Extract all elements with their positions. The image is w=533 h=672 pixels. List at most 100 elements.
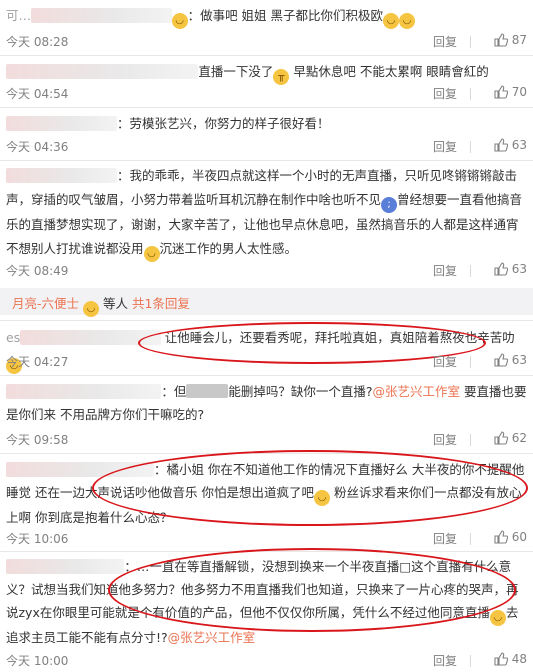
- like-count: 62: [511, 431, 527, 445]
- reply-button[interactable]: 回复: [433, 85, 457, 102]
- comment-meta: 今天 08:49 回复 63: [6, 262, 527, 280]
- mention-link[interactable]: @张艺兴工作室: [373, 384, 461, 399]
- comment-text: 让他睡会儿，还要看秀呢，拜托啦真姐，真姐陪着熬夜也辛苦叻: [164, 330, 515, 345]
- like-count: 87: [511, 33, 527, 47]
- reply-button[interactable]: 回复: [433, 353, 457, 370]
- comment-username-blurred: xxxxxxxxxxxxxxxxxxx: [20, 330, 161, 345]
- comment-divider: [0, 375, 533, 376]
- reply-button[interactable]: 回复: [433, 33, 457, 50]
- reply-button[interactable]: 回复: [433, 138, 457, 155]
- meta-divider: [470, 36, 471, 48]
- comment-time: 今天 04:36: [6, 140, 69, 154]
- meta-divider: [470, 434, 471, 446]
- like-count: 63: [511, 353, 527, 367]
- comment-time: 今天 04:54: [6, 87, 69, 101]
- emoji-icon: ◡: [171, 13, 188, 29]
- comment-text: ：做事吧 姐姐 黑子都比你们积极欧: [187, 8, 384, 23]
- reply-button[interactable]: 回复: [433, 652, 457, 669]
- comment-username[interactable]: es: [6, 330, 20, 345]
- comment-text: ：但: [161, 384, 187, 399]
- like-button[interactable]: 62: [494, 431, 527, 445]
- redacted-block: [186, 384, 229, 398]
- thumbs-up-icon: [494, 262, 508, 276]
- emoji-icon: ◡: [313, 490, 330, 506]
- meta-divider: [470, 655, 471, 667]
- comment-text: ：劳模张艺兴，你努力的样子很好看！: [116, 116, 330, 131]
- comment-time: 今天 04:27: [6, 355, 69, 369]
- comment-divider: [0, 107, 533, 108]
- reply-button[interactable]: 回复: [433, 262, 457, 279]
- sub-replies-bar[interactable]: 月亮-六便士 ◡ 等人 共1条回复: [0, 288, 533, 317]
- comment-divider: [0, 453, 533, 454]
- comment-item: xxxxxxxxxxxxxxxxxxxx：橘小姐 你在不知道他工作的情况下直播好…: [0, 458, 533, 529]
- like-count: 63: [511, 138, 527, 152]
- thumbs-up-icon: [494, 85, 508, 99]
- like-count: 63: [511, 262, 527, 276]
- cry-emoji-icon: ;: [381, 197, 398, 213]
- comment-username-blurred: xxxxxxxxxxxxxxxxxxxxx: [6, 384, 162, 399]
- reply-rest: 等人: [102, 296, 128, 311]
- reply-button[interactable]: 回复: [433, 431, 457, 448]
- comment-meta: 今天 08:28 回复 87: [6, 33, 527, 51]
- meta-divider: [470, 141, 471, 153]
- meta-divider: [470, 533, 471, 545]
- comment-text-mid: 能删掉吗？缺你一个直播?: [228, 384, 373, 399]
- emoji-icon: ◡: [489, 610, 506, 626]
- like-count: 60: [511, 530, 527, 544]
- emoji-icon: ◡: [383, 13, 400, 29]
- meta-divider: [470, 356, 471, 368]
- like-button[interactable]: 63: [494, 353, 527, 367]
- comment-time: 今天 09:58: [6, 433, 69, 447]
- comment-username-blurred: xxxxxxxxxxxxxxx: [6, 168, 117, 183]
- like-button[interactable]: 48: [494, 652, 527, 666]
- comment-username-blurred: xxxxxxxxxxxxxxxxxxxx: [6, 462, 154, 477]
- thumbs-up-icon: [494, 431, 508, 445]
- comment-meta: 今天 04:27 回复 63: [6, 353, 527, 371]
- comment-text: 直播一下没了: [198, 64, 274, 79]
- comment-time: 今天 10:06: [6, 532, 69, 546]
- meta-divider: [470, 88, 471, 100]
- comment-username-blurred: xxxxxxxxxxxxxxx: [6, 116, 117, 131]
- comment-username[interactable]: 可…: [6, 8, 31, 23]
- like-count: 48: [511, 652, 527, 666]
- like-button[interactable]: 87: [494, 33, 527, 47]
- sad-emoji-icon: ╥: [273, 69, 290, 85]
- comment-time: 今天 10:00: [6, 654, 69, 668]
- thumbs-up-icon: [494, 530, 508, 544]
- comment-item: xxxxxxxxxxxxxxxxxxxxxxxxxx直播一下没了╥ 早點休息吧 …: [0, 60, 533, 85]
- mention-link[interactable]: @张艺兴工作室: [168, 630, 256, 645]
- meta-divider: [470, 265, 471, 277]
- comment-divider: [0, 55, 533, 56]
- comment-item: xxxxxxxxxxxxxxx：劳模张艺兴，你努力的样子很好看！: [0, 112, 533, 135]
- comment-divider: [0, 320, 533, 321]
- thumbs-up-icon: [494, 353, 508, 367]
- emoji-icon: ◡: [83, 301, 99, 317]
- comment-time: 今天 08:28: [6, 35, 69, 49]
- comment-meta: 今天 04:54 回复 70: [6, 85, 527, 103]
- emoji-icon: ◡: [143, 246, 160, 262]
- comment-item: 可…xxxxxxxxxxxxxxxxxxx◡：做事吧 姐姐 黑子都比你们积极欧◡…: [0, 4, 533, 29]
- like-button[interactable]: 70: [494, 85, 527, 99]
- like-button[interactable]: 60: [494, 530, 527, 544]
- reply-button[interactable]: 回复: [433, 530, 457, 547]
- comment-time: 今天 08:49: [6, 264, 69, 278]
- comment-divider: [0, 160, 533, 161]
- comment-divider: [0, 551, 533, 552]
- comment-meta: 今天 10:00 回复 48: [6, 652, 527, 670]
- comment-meta: 今天 04:36 回复 63: [6, 138, 527, 156]
- comment-meta: 今天 09:58 回复 62: [6, 431, 527, 449]
- comment-username-blurred: xxxxxxxxxxxxxxxxxxxxxxxxxx: [6, 64, 199, 79]
- emoji-icon: ◡: [399, 13, 416, 29]
- thumbs-up-icon: [494, 33, 508, 47]
- thumbs-up-icon: [494, 652, 508, 666]
- comment-text-3: 沉迷工作的男人太性感。: [159, 241, 298, 256]
- comment-item: xxxxxxxxxxxxxxxxxxxxx：但 能删掉吗？缺你一个直播?@张艺兴工…: [0, 380, 533, 426]
- like-button[interactable]: 63: [494, 262, 527, 276]
- like-count: 70: [511, 85, 527, 99]
- like-button[interactable]: 63: [494, 138, 527, 152]
- reply-count-link[interactable]: 共1条回复: [132, 296, 190, 311]
- comment-username-blurred: xxxxxxxxxxxxxxxxxxx: [31, 8, 172, 23]
- reply-username[interactable]: 月亮-六便士: [12, 296, 79, 311]
- comment-meta: 今天 10:06 回复 60: [6, 530, 527, 548]
- comment-username-blurred: xxxxxxxxxxxxxxxx: [6, 559, 125, 574]
